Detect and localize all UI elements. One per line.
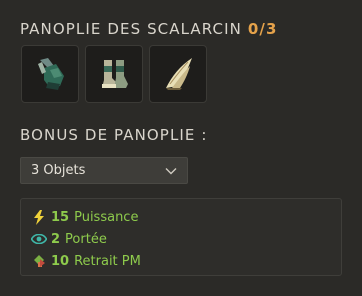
mp-resist-icon	[31, 253, 47, 269]
scalarcin-gauntlet-icon	[38, 58, 64, 90]
bonus-label: Portée	[65, 231, 107, 247]
bonus-line-mp-resist: 10 Retrait PM	[31, 250, 341, 272]
bonus-value: 15	[51, 209, 70, 225]
bonus-label: Puissance	[74, 209, 139, 225]
scalarcin-fin-icon	[166, 58, 192, 90]
bonus-line-range: 2 Portée	[31, 228, 341, 250]
bonus-value: 10	[51, 253, 70, 269]
scalarcin-boots-icon	[102, 60, 128, 88]
bonus-value: 2	[51, 231, 61, 247]
item-slot-gauntlet[interactable]	[21, 45, 79, 103]
range-eye-icon	[31, 231, 47, 247]
set-bonus-title: BONUS DE PANOPLIE :	[20, 126, 208, 144]
set-items	[21, 45, 207, 103]
chevron-down-icon	[165, 167, 177, 174]
item-count-select[interactable]: 3 Objets	[20, 157, 188, 184]
set-owned-count: 0/3	[247, 20, 278, 38]
item-slot-fin[interactable]	[149, 45, 207, 103]
set-bonus-list: 15 Puissance 2 Portée 10 Retrait PM	[20, 198, 342, 276]
set-title-text: PANOPLIE DES SCALARCIN	[20, 20, 242, 38]
item-count-select-value: 3 Objets	[31, 163, 86, 178]
power-icon	[31, 209, 47, 225]
item-slot-boots[interactable]	[85, 45, 143, 103]
bonus-label: Retrait PM	[74, 253, 141, 269]
set-title: PANOPLIE DES SCALARCIN 0/3	[20, 20, 278, 38]
bonus-line-power: 15 Puissance	[31, 206, 341, 228]
